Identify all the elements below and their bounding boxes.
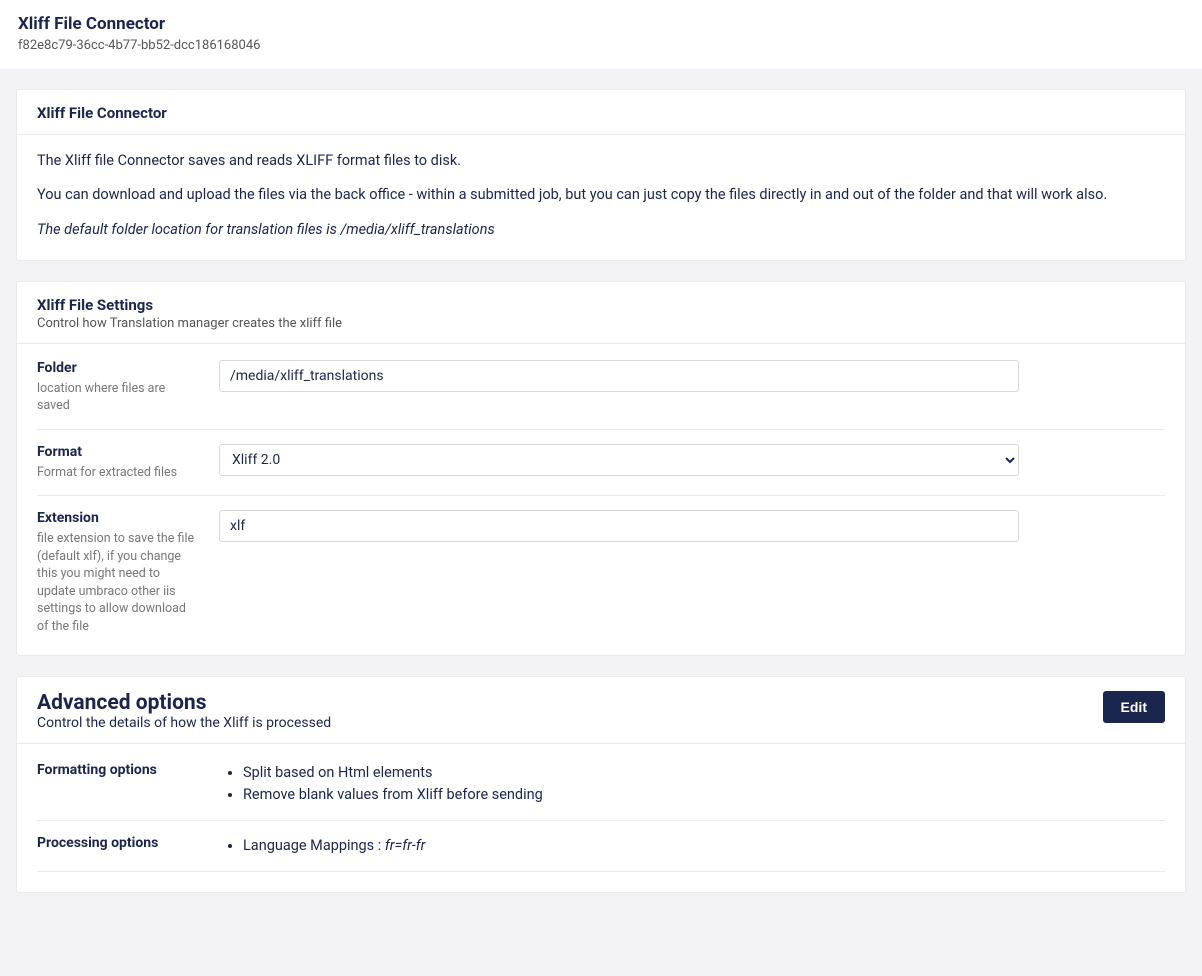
folder-label-col: Folder location where files are saved (37, 360, 199, 415)
intro-panel: Xliff File Connector The Xliff file Conn… (16, 89, 1186, 261)
folder-row: Folder location where files are saved (37, 360, 1165, 430)
folder-input[interactable] (219, 360, 1019, 392)
advanced-desc: Control the details of how the Xliff is … (37, 715, 331, 731)
format-row: Format Format for extracted files Xliff … (37, 430, 1165, 497)
extension-help: file extension to save the file (default… (37, 530, 199, 635)
formatting-item-1: Split based on Html elements (243, 762, 1165, 784)
extension-control-col (219, 510, 1165, 635)
advanced-title: Advanced options (37, 691, 331, 715)
processing-row: Processing options Language Mappings : f… (37, 821, 1165, 872)
content-area: Xliff File Connector The Xliff file Conn… (0, 69, 1202, 933)
intro-panel-body: The Xliff file Connector saves and reads… (17, 135, 1185, 260)
page-header: Xliff File Connector f82e8c79-36cc-4b77-… (0, 0, 1202, 69)
settings-desc: Control how Translation manager creates … (37, 316, 1165, 331)
formatting-row: Formatting options Split based on Html e… (37, 760, 1165, 821)
advanced-panel-header: Advanced options Control the details of … (17, 677, 1185, 744)
advanced-header-text: Advanced options Control the details of … (37, 691, 331, 731)
page-id: f82e8c79-36cc-4b77-bb52-dcc186168046 (18, 38, 1184, 53)
format-label: Format (37, 444, 199, 460)
intro-text-2: You can download and upload the files vi… (37, 185, 1165, 205)
processing-mapping-value: fr=fr-fr (385, 837, 426, 854)
format-label-col: Format Format for extracted files (37, 444, 199, 482)
folder-help: location where files are saved (37, 380, 199, 415)
processing-item: Language Mappings : fr=fr-fr (243, 835, 1165, 857)
processing-label: Processing options (37, 835, 199, 857)
formatting-list: Split based on Html elements Remove blan… (219, 762, 1165, 806)
edit-button[interactable]: Edit (1103, 691, 1165, 723)
settings-title: Xliff File Settings (37, 296, 1165, 314)
format-control-col: Xliff 2.0 (219, 444, 1165, 482)
settings-panel: Xliff File Settings Control how Translat… (16, 281, 1186, 657)
processing-mapping-prefix: Language Mappings : (243, 837, 385, 854)
advanced-panel: Advanced options Control the details of … (16, 676, 1186, 892)
format-select[interactable]: Xliff 2.0 (219, 444, 1019, 476)
intro-title: Xliff File Connector (37, 104, 1165, 122)
advanced-panel-body: Formatting options Split based on Html e… (17, 744, 1185, 891)
settings-panel-header: Xliff File Settings Control how Translat… (17, 282, 1185, 344)
extension-label: Extension (37, 510, 199, 526)
extension-label-col: Extension file extension to save the fil… (37, 510, 199, 635)
folder-control-col (219, 360, 1165, 415)
folder-label: Folder (37, 360, 199, 376)
formatting-item-2: Remove blank values from Xliff before se… (243, 784, 1165, 806)
processing-list: Language Mappings : fr=fr-fr (219, 835, 1165, 857)
extension-input[interactable] (219, 510, 1019, 542)
page-title: Xliff File Connector (18, 14, 1184, 34)
formatting-label: Formatting options (37, 762, 199, 806)
settings-panel-body: Folder location where files are saved Fo… (17, 344, 1185, 656)
intro-panel-header: Xliff File Connector (17, 90, 1185, 135)
format-help: Format for extracted files (37, 464, 199, 482)
intro-text-1: The Xliff file Connector saves and reads… (37, 151, 1165, 171)
intro-text-3: The default folder location for translat… (37, 220, 1165, 240)
formatting-value: Split based on Html elements Remove blan… (219, 762, 1165, 806)
processing-value: Language Mappings : fr=fr-fr (219, 835, 1165, 857)
extension-row: Extension file extension to save the fil… (37, 496, 1165, 635)
